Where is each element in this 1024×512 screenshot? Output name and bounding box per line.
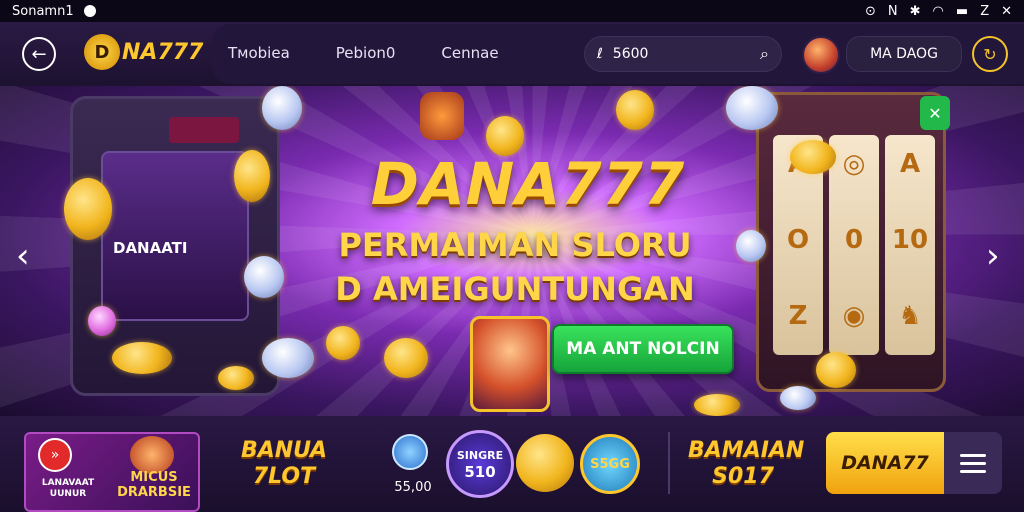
promo-character <box>130 436 174 474</box>
back-button[interactable]: ← <box>22 37 56 71</box>
username-pill[interactable]: MA DAOG <box>846 36 962 72</box>
reel-symbol: ◉ <box>842 301 866 331</box>
singre-badge-top: SINGRE <box>456 449 504 462</box>
coin-decoration <box>790 140 836 174</box>
hero-banner[interactable]: DANAATI A O Z ◎ 0 ◉ A 10 ♞ <box>0 86 1024 416</box>
search-input[interactable]: 5600 <box>613 46 750 62</box>
wifi-icon: ◠ <box>932 3 944 19</box>
singre-badge[interactable]: SINGRE 510 <box>446 430 514 498</box>
machine-sign <box>169 117 239 143</box>
coin-decoration <box>816 352 856 388</box>
reel-symbol: 10 <box>891 225 929 255</box>
coin-decoration <box>64 178 112 240</box>
corner-badge[interactable]: ✕ <box>920 96 950 130</box>
bluetooth-icon: ✱ <box>909 3 921 19</box>
menu-line <box>960 461 986 465</box>
menu-line <box>960 469 986 473</box>
promo-title: MICUS DRARBSIE <box>117 470 191 500</box>
machine-screen <box>101 151 249 321</box>
reel-symbol: 0 <box>844 225 864 255</box>
coin-decoration <box>616 90 654 130</box>
menu-item-3[interactable]: Cennae <box>441 44 498 62</box>
coin-icon: ℓ <box>597 46 603 62</box>
slot-machine-left: DANAATI <box>70 96 280 396</box>
avatar[interactable] <box>802 36 840 74</box>
singre-badge-bottom: 510 <box>464 463 496 481</box>
hero-subtitle-line2: D AMEIGUNTUNGAN <box>335 270 695 308</box>
coin-decoration <box>326 326 360 360</box>
coin-decoration <box>218 366 254 390</box>
app-root: Sonamn1 ⊙ N ✱ ◠ ▬ Z ✕ ← D NA777 Tмobiea … <box>0 0 1024 512</box>
notification-icon <box>83 5 96 17</box>
signal-icon: Z <box>980 3 990 19</box>
fox-character <box>420 92 464 140</box>
menu-item-2[interactable]: Pebion0 <box>336 44 396 62</box>
status-text: Sonamn1 <box>12 3 74 19</box>
top-nav: ← D NA777 Tмobiea Pebion0 Cennae ℓ 5600 … <box>0 22 1024 86</box>
promo-logo-icon: » <box>38 438 72 472</box>
hamburger-menu-button[interactable] <box>944 432 1002 494</box>
hero-title: DANA777 <box>370 150 686 218</box>
chevron-right-icon[interactable]: › <box>986 236 1000 276</box>
s5gg-badge-text: S5GG <box>590 456 630 472</box>
reel-symbol: A <box>899 149 921 179</box>
bottom-bar: » LANAVAAT UUNUR MICUS DRARBSIE BANUA 7L… <box>0 416 1024 512</box>
refresh-button[interactable]: ↻ <box>972 36 1008 72</box>
hero-subtitle-line1: PERMAIMAN SLORU <box>338 226 692 264</box>
coin-decoration <box>694 394 740 416</box>
coin-decoration <box>780 386 816 410</box>
play-now-button[interactable]: MA ANT NOLCIN <box>552 324 734 374</box>
gold-coin-icon[interactable] <box>516 434 574 492</box>
promo-card[interactable]: » LANAVAAT UUNUR MICUS DRARBSIE <box>24 432 200 512</box>
menu-line <box>960 453 986 457</box>
status-right: ⊙ N ✱ ◠ ▬ Z ✕ <box>865 4 1012 19</box>
game-label-left[interactable]: BANUA 7LOT <box>236 438 332 490</box>
sparkle-icon: ✕ <box>928 103 942 123</box>
menu-item-1[interactable]: Tмobiea <box>228 44 290 62</box>
coin-decoration <box>262 338 314 378</box>
reel-2: ◎ 0 ◉ <box>829 135 879 355</box>
logo-badge: D <box>84 34 120 70</box>
battery-icon: ▬ <box>955 3 969 19</box>
reel-symbol: ◎ <box>842 149 866 179</box>
s5gg-badge[interactable]: S5GG <box>580 434 640 494</box>
coin-decoration <box>726 86 778 130</box>
coin-decoration <box>262 86 302 130</box>
divider <box>668 432 670 494</box>
arrow-left-icon: ← <box>31 43 47 65</box>
status-bar: Sonamn1 ⊙ N ✱ ◠ ▬ Z ✕ <box>0 0 1024 22</box>
brand-logo[interactable]: D NA777 <box>84 34 203 70</box>
coin-decoration <box>384 338 428 378</box>
game-label-right[interactable]: BAMAIAN S017 <box>688 438 804 490</box>
coin-decoration <box>88 306 116 336</box>
username-label: MA DAOG <box>870 46 938 62</box>
search-icon[interactable]: ⌕ <box>760 44 769 64</box>
dana-button[interactable]: DANA77 <box>826 432 944 494</box>
status-left: Sonamn1 <box>12 4 96 19</box>
close-icon[interactable]: ✕ <box>1001 4 1012 19</box>
main-menu: Tмobiea Pebion0 Cennae <box>228 44 499 62</box>
logo-text: NA777 <box>122 39 204 65</box>
coin-decoration <box>234 150 270 202</box>
mascot-character <box>470 316 550 412</box>
refresh-icon: ↻ <box>983 44 997 64</box>
reel-symbol: ♞ <box>898 301 922 331</box>
machine-screen-text: DANAATI <box>113 239 188 257</box>
chip-value: 55,00 <box>394 480 432 495</box>
reel-symbol: O <box>786 225 810 255</box>
chevron-left-icon[interactable]: ‹ <box>16 236 30 276</box>
slot-machine-right: A O Z ◎ 0 ◉ A 10 ♞ <box>756 92 946 392</box>
reel-3: A 10 ♞ <box>885 135 935 355</box>
search-bar[interactable]: ℓ 5600 ⌕ <box>584 36 782 72</box>
sync-icon: ⊙ <box>865 3 876 19</box>
coin-decoration <box>736 230 766 262</box>
coin-decoration <box>244 256 284 298</box>
reel-symbol: Z <box>788 301 808 331</box>
promo-brand: LANAVAAT UUNUR <box>41 478 95 499</box>
network-icon: N <box>887 3 898 19</box>
coin-decoration <box>112 342 172 374</box>
chip-icon[interactable] <box>392 434 428 470</box>
